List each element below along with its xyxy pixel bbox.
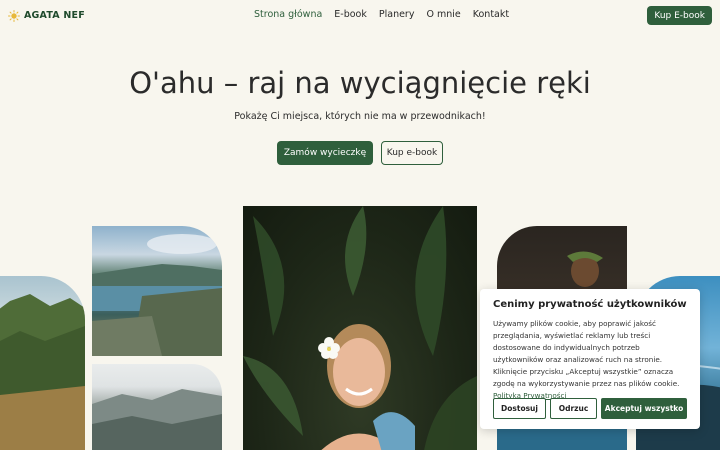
order-trip-button[interactable]: Zamów wycieczkę bbox=[277, 141, 373, 165]
reject-button[interactable]: Odrzuc bbox=[550, 398, 597, 419]
cookie-title: Cenimy prywatność użytkowników bbox=[493, 299, 687, 310]
nav-item-home[interactable]: Strona główna bbox=[254, 9, 322, 20]
customize-button[interactable]: Dostosuj bbox=[493, 398, 546, 419]
nav-item-about[interactable]: O mnie bbox=[426, 9, 460, 20]
logo-text: AGATA NEF bbox=[24, 9, 85, 21]
nav-item-ebook[interactable]: E-book bbox=[334, 9, 367, 20]
photo-mountains bbox=[0, 276, 85, 450]
cookie-text: Używamy plików cookie, aby poprawić jako… bbox=[493, 318, 687, 402]
photo-portrait-woman bbox=[243, 206, 477, 450]
nav-item-planners[interactable]: Planery bbox=[379, 9, 415, 20]
cookie-description: Używamy plików cookie, aby poprawić jako… bbox=[493, 319, 680, 388]
main-nav: Strona główna E-book Planery O mnie Kont… bbox=[254, 9, 509, 20]
hero-subtitle: Pokażę Ci miejsca, których nie ma w prze… bbox=[234, 111, 486, 122]
photo-misty-cliffs bbox=[92, 364, 222, 450]
logo[interactable]: AGATA NEF bbox=[8, 9, 85, 22]
hero-title: O'ahu – raj na wyciągnięcie ręki bbox=[129, 66, 591, 100]
sun-icon bbox=[8, 9, 20, 22]
buy-ebook-header-button[interactable]: Kup E-book bbox=[647, 6, 712, 25]
photo-coast-town bbox=[92, 226, 222, 356]
cookie-consent-dialog: Cenimy prywatność użytkowników Używamy p… bbox=[480, 289, 700, 429]
buy-ebook-button[interactable]: Kup e-book bbox=[381, 141, 443, 165]
accept-all-button[interactable]: Akceptuj wszystko bbox=[601, 398, 687, 419]
site-header: AGATA NEF Strona główna E-book Planery O… bbox=[0, 0, 720, 32]
nav-item-contact[interactable]: Kontakt bbox=[473, 9, 509, 20]
cookie-buttons: Dostosuj Odrzuc Akceptuj wszystko bbox=[493, 398, 687, 419]
